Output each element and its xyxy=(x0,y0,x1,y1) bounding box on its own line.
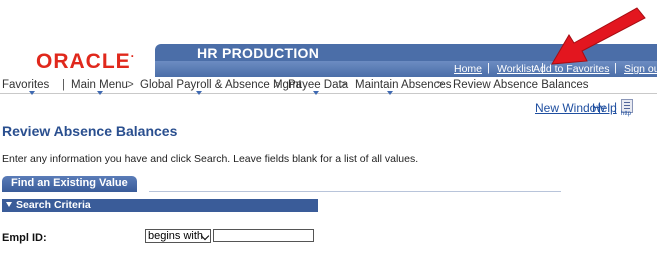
tab-underline xyxy=(149,191,561,192)
http-icon-label: http xyxy=(621,111,632,117)
home-link[interactable]: Home xyxy=(454,63,482,75)
utility-separator: | xyxy=(614,100,618,114)
breadcrumb-separator: > xyxy=(127,79,134,91)
breadcrumb-separator: > xyxy=(437,79,444,91)
breadcrumb-favorites[interactable]: Favorites xyxy=(2,79,49,91)
chevron-down-icon xyxy=(97,91,103,95)
empl-id-operator-select[interactable]: begins with xyxy=(145,229,211,243)
empl-id-label: Empl ID: xyxy=(2,232,47,244)
breadcrumb-separator: > xyxy=(340,79,347,91)
page-title: Review Absence Balances xyxy=(2,123,178,139)
worklist-link[interactable]: Worklist xyxy=(497,63,534,75)
breadcrumb-separator: | xyxy=(62,79,65,91)
logo-mark: · xyxy=(130,49,136,63)
search-criteria-label: Search Criteria xyxy=(16,199,91,211)
top-link-separator: | xyxy=(487,62,490,74)
help-link[interactable]: Help xyxy=(592,101,617,115)
tab-find-existing-value[interactable]: Find an Existing Value xyxy=(2,176,137,192)
collapse-triangle-icon xyxy=(6,202,12,207)
breadcrumb-main-menu[interactable]: Main Menu xyxy=(71,79,128,91)
breadcrumb-current-page: Review Absence Balances xyxy=(453,79,589,91)
chevron-down-icon xyxy=(387,91,393,95)
empl-id-operator-value: begins with xyxy=(148,230,204,242)
breadcrumb-separator: > xyxy=(274,79,281,91)
chevron-down-icon xyxy=(313,91,319,95)
chevron-down-icon xyxy=(29,91,35,95)
page-instructions: Enter any information you have and click… xyxy=(2,153,419,165)
empl-id-input[interactable] xyxy=(213,229,314,242)
oracle-logo: ORACLE· xyxy=(36,49,136,74)
app-title: HR PRODUCTION xyxy=(197,45,320,61)
red-arrow-icon xyxy=(551,7,646,65)
chevron-down-icon xyxy=(196,91,202,95)
logo-text: ORACLE xyxy=(36,50,131,73)
search-criteria-header[interactable]: Search Criteria xyxy=(2,199,318,212)
